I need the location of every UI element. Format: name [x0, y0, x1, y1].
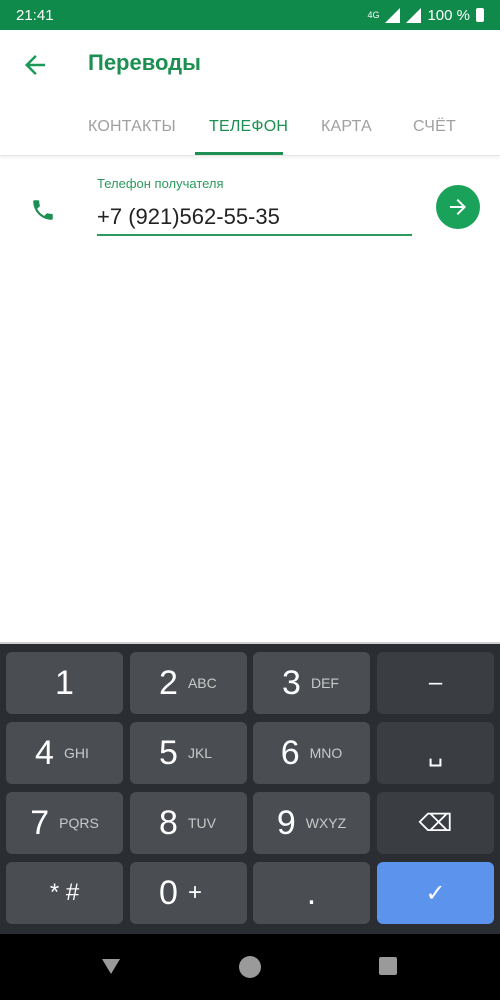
- signal-icon: [385, 7, 401, 23]
- tab-indicator: [195, 152, 283, 155]
- numeric-keyboard: 1 2 ABC 3 DEF – 4 GHI 5 JKL 6 MNO ␣ 7 PQRS 8 TUV 9 WXYZ ⌫ * …: [0, 642, 500, 934]
- key-label: 7: [30, 803, 50, 842]
- key-3-3[interactable]: ✓: [377, 862, 494, 924]
- key-2-2[interactable]: 9 WXYZ: [253, 792, 370, 854]
- key-sublabel: WXYZ: [305, 815, 347, 831]
- key-1-3[interactable]: ␣: [377, 722, 494, 784]
- key-label: 0: [159, 873, 178, 912]
- tab-bar: КОНТАКТЫ ТЕЛЕФОН КАРТА СЧЁТ: [0, 100, 500, 156]
- submit-button[interactable]: [436, 185, 480, 229]
- tab-card[interactable]: КАРТА: [321, 118, 372, 136]
- key-label: 3: [282, 663, 301, 702]
- nav-back-icon[interactable]: [102, 959, 120, 974]
- recipient-phone-input[interactable]: [97, 200, 412, 236]
- status-time: 21:41: [16, 6, 54, 24]
- system-nav-bar: [0, 934, 500, 1000]
- key-label: 4: [35, 733, 54, 772]
- key-label: ⌫: [418, 809, 453, 837]
- key-3-1[interactable]: 0 +: [130, 862, 247, 924]
- tab-contacts[interactable]: КОНТАКТЫ: [88, 118, 176, 136]
- key-0-0[interactable]: 1: [6, 652, 123, 714]
- key-sublabel: GHI: [63, 745, 89, 761]
- key-2-1[interactable]: 8 TUV: [130, 792, 247, 854]
- key-0-3[interactable]: –: [377, 652, 494, 714]
- battery-icon: [476, 8, 484, 22]
- recipient-phone-label: Телефон получателя: [97, 176, 224, 191]
- key-label: –: [428, 669, 443, 696]
- network-icon: 4G: [367, 10, 380, 20]
- key-label: 5: [159, 733, 178, 772]
- key-1-2[interactable]: 6 MNO: [253, 722, 370, 784]
- tab-account[interactable]: СЧЁТ: [413, 118, 456, 136]
- key-0-2[interactable]: 3 DEF: [253, 652, 370, 714]
- key-label: 2: [159, 663, 178, 702]
- key-label: ✓: [425, 879, 446, 907]
- key-label: 8: [159, 803, 178, 842]
- key-sublabel: PQRS: [59, 815, 99, 831]
- battery-percent: 100 %: [427, 6, 470, 24]
- key-label: ␣: [427, 739, 444, 767]
- key-sublabel: +: [187, 879, 202, 906]
- tab-phone[interactable]: ТЕЛЕФОН: [209, 118, 288, 136]
- arrow-left-icon[interactable]: [20, 50, 50, 80]
- key-1-0[interactable]: 4 GHI: [6, 722, 123, 784]
- key-3-0[interactable]: * #: [6, 862, 123, 924]
- status-bar: 21:41 4G 100 %: [0, 0, 500, 30]
- key-label: .: [306, 873, 317, 912]
- nav-home-icon[interactable]: [239, 956, 261, 978]
- key-sublabel: TUV: [187, 815, 216, 831]
- key-0-1[interactable]: 2 ABC: [130, 652, 247, 714]
- key-sublabel: MNO: [309, 745, 343, 761]
- arrow-right-icon: [450, 199, 466, 215]
- signal-icon-2: [406, 7, 422, 23]
- key-label: 9: [276, 803, 296, 842]
- key-label: * #: [49, 879, 80, 906]
- key-sublabel: ABC: [187, 675, 217, 691]
- key-1-1[interactable]: 5 JKL: [130, 722, 247, 784]
- page-title: Переводы: [88, 50, 201, 75]
- key-2-0[interactable]: 7 PQRS: [6, 792, 123, 854]
- key-label: 6: [280, 733, 300, 772]
- app-bar: Переводы: [0, 30, 500, 100]
- phone-icon: [33, 200, 53, 220]
- key-label: 1: [55, 663, 74, 702]
- nav-recents-icon[interactable]: [379, 957, 397, 975]
- key-2-3[interactable]: ⌫: [377, 792, 494, 854]
- key-sublabel: DEF: [310, 675, 339, 691]
- key-sublabel: JKL: [187, 745, 213, 761]
- key-3-2[interactable]: .: [253, 862, 370, 924]
